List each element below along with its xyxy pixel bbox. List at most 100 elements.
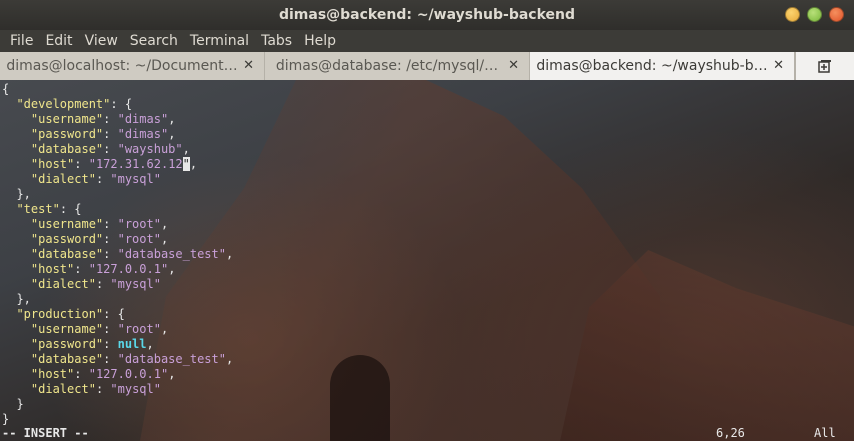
new-tab-icon [818, 60, 831, 73]
menu-edit[interactable]: Edit [39, 33, 78, 49]
code-line: "password": "root", [2, 232, 854, 247]
menu-file[interactable]: File [4, 33, 39, 49]
code-token: "dialect" [30, 382, 96, 396]
code-token: , [168, 262, 176, 276]
code-token: : [95, 277, 111, 291]
code-token: , [168, 112, 176, 126]
window-controls [785, 7, 844, 22]
close-icon[interactable]: ✕ [508, 58, 519, 73]
tab-backend[interactable]: dimas@backend: ~/wayshub-b… ✕ [530, 52, 795, 80]
code-line: "dialect": "mysql" [2, 382, 854, 397]
code-token: { [2, 82, 10, 96]
code-token: : [103, 127, 118, 141]
mode-indicator: -- INSERT -- [2, 426, 89, 440]
code-line: }, [2, 187, 854, 202]
tab-localhost[interactable]: dimas@localhost: ~/Document… ✕ [0, 52, 265, 80]
new-tab-button[interactable] [795, 52, 854, 80]
code-line: "database": "database_test", [2, 247, 854, 262]
terminal-view[interactable]: { "development": { "username": "dimas", … [0, 80, 854, 441]
code-token: "root" [117, 217, 161, 231]
code-token: "password" [30, 232, 104, 246]
code-line: { [2, 82, 854, 97]
code-token: , [160, 322, 169, 336]
code-token: "dialect" [30, 172, 96, 186]
tab-label: dimas@database: /etc/mysql/… [275, 58, 499, 74]
code-line: "username": "root", [2, 322, 854, 337]
code-token: , [225, 352, 234, 366]
code-line: "test": { [2, 202, 854, 217]
code-token: "username" [30, 322, 104, 336]
menu-view[interactable]: View [79, 33, 124, 49]
code-token: "database" [30, 247, 104, 261]
code-buffer[interactable]: { "development": { "username": "dimas", … [2, 82, 854, 427]
code-token: }, [2, 292, 31, 306]
code-token: , [168, 367, 176, 381]
code-line: "host": "172.31.62.12", [2, 157, 854, 172]
code-token: : { [110, 97, 133, 111]
minimize-button[interactable] [785, 7, 800, 22]
close-icon[interactable]: ✕ [773, 58, 784, 73]
code-token: : [103, 217, 118, 231]
code-token: , [168, 127, 176, 141]
code-token: : [103, 142, 118, 156]
close-icon[interactable]: ✕ [243, 58, 254, 73]
maximize-button[interactable] [807, 7, 822, 22]
code-line: "host": "127.0.0.1", [2, 367, 854, 382]
code-token: } [2, 412, 10, 426]
code-token: "127.0.0.1" [88, 262, 169, 276]
code-token: "root" [117, 322, 161, 336]
code-token: "root" [117, 232, 161, 246]
code-token: "database" [30, 352, 104, 366]
code-token: "username" [30, 217, 104, 231]
tab-database[interactable]: dimas@database: /etc/mysql/… ✕ [265, 52, 530, 80]
code-token: "host" [30, 262, 75, 276]
tab-label: dimas@backend: ~/wayshub-b… [536, 58, 768, 74]
code-token: : { [103, 307, 125, 321]
code-token: "mysql" [110, 382, 161, 396]
menu-search[interactable]: Search [124, 33, 184, 49]
menu-terminal[interactable]: Terminal [184, 33, 255, 49]
code-token: "mysql" [110, 172, 161, 186]
code-token: "dimas" [117, 112, 169, 126]
menubar: File Edit View Search Terminal Tabs Help [0, 30, 854, 52]
tab-bar: dimas@localhost: ~/Document… ✕ dimas@dat… [0, 52, 854, 80]
code-token: , [182, 142, 190, 156]
code-token: , [160, 217, 169, 231]
code-token: "development" [16, 97, 111, 111]
code-token: : { [59, 202, 82, 216]
scroll-indicator: All [814, 426, 836, 440]
code-token: : [74, 262, 89, 276]
menu-help[interactable]: Help [298, 33, 342, 49]
code-token: "dimas" [117, 127, 169, 141]
code-token: : [103, 232, 118, 246]
code-token: "test" [16, 202, 60, 216]
code-line: }, [2, 292, 854, 307]
close-window-button[interactable] [829, 7, 844, 22]
code-line: "password": null, [2, 337, 854, 352]
cursor-position: 6,26 [716, 426, 745, 440]
code-line: "dialect": "mysql" [2, 172, 854, 187]
menu-tabs[interactable]: Tabs [255, 33, 298, 49]
code-token: null [117, 337, 147, 351]
code-token: }, [2, 187, 31, 201]
vim-statusline: -- INSERT -- 6,26 All [0, 425, 854, 441]
code-line: "username": "dimas", [2, 112, 854, 127]
code-token: , [160, 232, 169, 246]
code-line: "dialect": "mysql" [2, 277, 854, 292]
code-token: "database_test" [117, 352, 226, 366]
code-token: : [103, 112, 118, 126]
code-line: "username": "root", [2, 217, 854, 232]
